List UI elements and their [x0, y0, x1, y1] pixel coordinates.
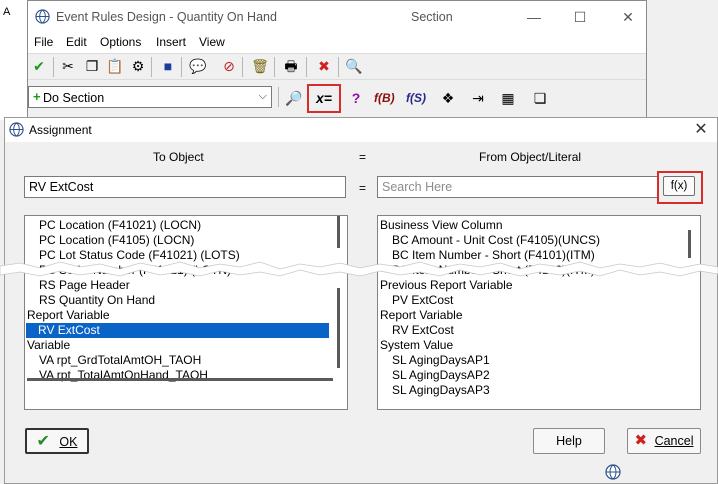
- disable-icon[interactable]: ⊘: [219, 56, 239, 76]
- fx-button[interactable]: f(x): [663, 176, 695, 196]
- toolbar-separator: [338, 57, 339, 77]
- list-item[interactable]: SL AgingDaysAP1: [380, 353, 490, 368]
- minimize-button[interactable]: —: [523, 7, 545, 27]
- list-item-selected[interactable]: RV ExtCost: [26, 323, 329, 338]
- toolbar-separator: [151, 57, 152, 77]
- maximize-button[interactable]: ☐: [569, 7, 591, 27]
- assignment-highlight-box: [307, 84, 341, 113]
- er-title-bar: Event Rules Design - Quantity On Hand Se…: [28, 1, 646, 33]
- from-object-header: From Object/Literal: [479, 150, 582, 164]
- er-close-button[interactable]: ✕: [617, 7, 639, 27]
- menu-view[interactable]: View: [199, 35, 225, 49]
- event-rules-design-window: Event Rules Design - Quantity On Hand Se…: [27, 0, 647, 120]
- list-item[interactable]: SL AgingDaysAP2: [380, 368, 490, 383]
- check-icon[interactable]: ✔: [29, 56, 49, 76]
- system-function-icon[interactable]: f(S): [406, 88, 426, 108]
- cancel-x-icon: ✖: [634, 432, 648, 449]
- menu-edit[interactable]: Edit: [66, 35, 87, 49]
- list-group-header[interactable]: Previous Report Variable: [380, 278, 513, 293]
- vertical-scrollbar[interactable]: [337, 216, 340, 248]
- er-menu-bar: File Edit Options Insert View: [28, 33, 646, 53]
- equals-header: =: [359, 150, 367, 164]
- cancel-x-icon[interactable]: ✖: [314, 56, 334, 76]
- to-object-field[interactable]: [24, 176, 346, 198]
- horizontal-scrollbar[interactable]: [27, 378, 333, 381]
- comment-icon[interactable]: 💬: [188, 56, 208, 76]
- toolbar-separator: [274, 57, 275, 77]
- menu-file[interactable]: File: [34, 35, 53, 49]
- list-item[interactable]: VA rpt_GrdTotalAmtOH_TAOH: [27, 353, 201, 368]
- list-group-header[interactable]: Report Variable: [27, 308, 110, 323]
- assignment-dialog: Assignment ✕ To Object = From Object/Lit…: [4, 117, 718, 484]
- list-item[interactable]: SL AgingDaysAP3: [380, 383, 490, 397]
- er-section-label: Section: [411, 10, 453, 24]
- to-object-list[interactable]: PC Location (F41021) (LOCN) PC Location …: [24, 215, 348, 410]
- plus-icon: +: [33, 89, 41, 104]
- toolbar-separator: [181, 57, 182, 77]
- list-group-header[interactable]: Business View Column: [380, 218, 503, 233]
- check-icon: ✔: [36, 433, 50, 450]
- er-toolbar-rules: + Do Section ⌵ 🔎 x= ? f(B) f(S) ❖ ⇥ ▦ ❏: [28, 79, 646, 117]
- search-icon[interactable]: 🔍: [344, 56, 364, 76]
- menu-insert[interactable]: Insert: [156, 35, 186, 49]
- er-toolbar-main: ✔ ✂ ❐ 📋 ⚙ ■ 💬 ⊘ 🗑 🖶 ✖ 🔍: [28, 53, 646, 79]
- toolbar-separator: [53, 57, 54, 77]
- toolbar-separator: [306, 57, 307, 77]
- section-combo[interactable]: + Do Section ⌵: [28, 86, 272, 108]
- print-icon[interactable]: 🖶: [281, 56, 301, 76]
- er-window-title: Event Rules Design - Quantity On Hand: [56, 10, 277, 24]
- list-item[interactable]: PC Location (F4105) (LOCN): [27, 233, 194, 248]
- dialog-close-button[interactable]: ✕: [691, 120, 711, 140]
- insert-icon[interactable]: ⇥: [468, 88, 488, 108]
- table-io-icon[interactable]: ▦: [498, 88, 518, 108]
- background-window: A: [0, 0, 28, 120]
- save-icon[interactable]: ■: [158, 56, 178, 76]
- copy-icon[interactable]: ❐: [82, 56, 102, 76]
- globe-status-icon: [605, 464, 621, 480]
- list-item[interactable]: RS Quantity On Hand: [27, 293, 155, 308]
- toolbar-separator: [278, 87, 279, 107]
- ok-button[interactable]: ✔ OK: [25, 428, 89, 454]
- cancel-button[interactable]: ✖ Cancel: [627, 428, 701, 454]
- list-item[interactable]: RS Page Header: [27, 278, 130, 293]
- background-label: A: [3, 6, 11, 18]
- list-item[interactable]: BC Amount - Unit Cost (F4105)(UNCS): [380, 233, 600, 248]
- variables-icon[interactable]: ❖: [438, 88, 458, 108]
- to-object-header: To Object: [153, 150, 204, 164]
- paste-icon[interactable]: 📋: [105, 56, 125, 76]
- toolbar-separator: [242, 57, 243, 77]
- globe-app-icon: [9, 122, 24, 137]
- if-question-icon[interactable]: ?: [346, 88, 366, 108]
- search-input[interactable]: [377, 176, 659, 198]
- list-group-header[interactable]: Variable: [27, 338, 70, 353]
- ok-label: OK: [59, 435, 78, 449]
- business-function-icon[interactable]: f(B): [374, 88, 395, 108]
- vertical-scrollbar[interactable]: [688, 230, 691, 258]
- dialog-title: Assignment: [29, 123, 92, 137]
- paste-special-icon[interactable]: ⚙: [128, 56, 148, 76]
- list-item[interactable]: PV ExtCost: [380, 293, 453, 308]
- cut-icon[interactable]: ✂: [58, 56, 78, 76]
- delete-trash-icon[interactable]: 🗑: [250, 56, 270, 76]
- globe-app-icon: [35, 9, 50, 24]
- chevron-down-icon[interactable]: ⌵: [259, 90, 267, 103]
- find-icon[interactable]: 🔎: [284, 88, 304, 108]
- dialog-title-bar: Assignment ✕: [5, 118, 717, 142]
- from-object-list[interactable]: Business View Column BC Amount - Unit Co…: [377, 215, 701, 410]
- list-item[interactable]: RV ExtCost: [380, 323, 454, 338]
- vertical-scrollbar[interactable]: [337, 288, 340, 368]
- cancel-label: Cancel: [654, 434, 694, 448]
- menu-options[interactable]: Options: [100, 35, 141, 49]
- list-group-header[interactable]: System Value: [380, 338, 453, 353]
- torn-edge-divider: [0, 261, 718, 277]
- help-button[interactable]: Help: [533, 428, 605, 454]
- list-group-header[interactable]: Report Variable: [380, 308, 463, 323]
- equals-sign: =: [359, 181, 367, 195]
- report-icon[interactable]: ❏: [530, 88, 550, 108]
- section-combo-value: Do Section: [43, 91, 105, 105]
- list-item[interactable]: PC Location (F41021) (LOCN): [27, 218, 201, 233]
